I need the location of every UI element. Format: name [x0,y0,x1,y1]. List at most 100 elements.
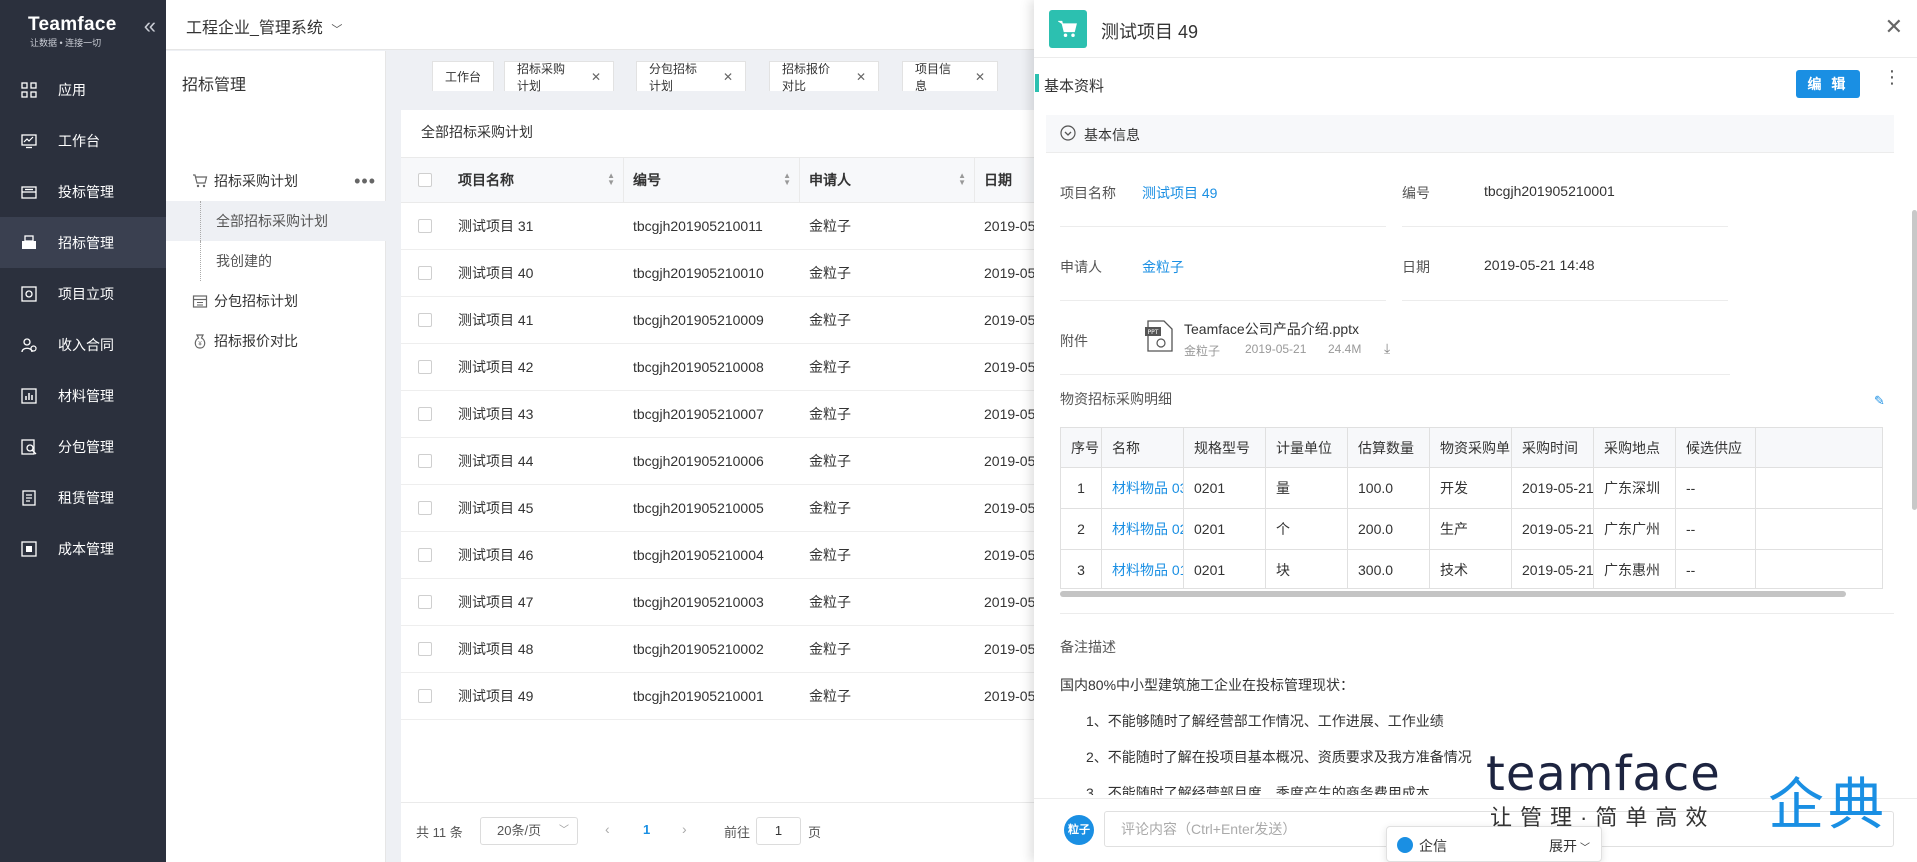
close-icon[interactable]: ✕ [723,70,733,84]
more-vertical-icon[interactable]: ⋮ [1883,68,1901,86]
table-row[interactable]: 测试项目 46 tbcgjh201905210004 金粒子 2019-05 [401,532,1035,579]
material-link[interactable]: 材料物品 02 [1102,509,1184,549]
cell-code: tbcgjh201905210004 [633,547,764,563]
nav-item-subcontract[interactable]: 分包管理 [0,421,166,472]
nav-item-materials[interactable]: 材料管理 [0,370,166,421]
cell-name: 测试项目 41 [458,312,534,328]
current-page[interactable]: 1 [643,822,650,837]
tab-project-info[interactable]: 项目信息 ✕ [902,61,998,93]
attachment-name[interactable]: Teamface公司产品介绍.pptx [1184,319,1359,339]
tab-quote-compare[interactable]: 招标报价对比 ✕ [769,61,879,93]
tree-item-subcontract-plan[interactable]: 分包招标计划 [166,281,386,321]
collapse-sidebar-icon[interactable]: « [144,15,156,37]
row-checkbox[interactable] [418,219,432,233]
applicant-link[interactable]: 金粒子 [1142,257,1184,277]
pencil-icon[interactable]: ✎ [1874,393,1885,409]
row-checkbox[interactable] [418,501,432,515]
tree-item-created-by-me[interactable]: 我创建的 [166,241,386,281]
detail-cell: -- [1676,550,1756,588]
chat-expand-button[interactable]: 展开 ﹀ [1549,836,1590,856]
system-switcher[interactable]: 工程企业_管理系统 ﹀ [186,14,342,38]
tree-item-procurement-plan[interactable]: 招标采购计划 ••• [166,161,386,201]
close-icon[interactable]: ✕ [975,70,985,84]
column-header-applicant[interactable]: 申请人 ▲ ▼ [800,158,975,202]
next-page-icon[interactable]: › [682,821,687,837]
row-checkbox[interactable] [418,407,432,421]
tree-item-all-plans[interactable]: 全部招标采购计划 [166,201,386,241]
detail-title: 物资招标采购明细 [1060,391,1172,407]
row-checkbox[interactable] [418,266,432,280]
detail-column-header: 采购地点 [1594,428,1676,468]
table-row[interactable]: 测试项目 44 tbcgjh201905210006 金粒子 2019-05 [401,438,1035,485]
row-checkbox[interactable] [418,454,432,468]
field-label: 项目名称 [1060,185,1116,201]
main-sidebar: Teamface 让数据 • 连接一切 « 应用 工作台 投标管理 招标管理 项… [0,0,166,862]
table-row[interactable]: 测试项目 49 tbcgjh201905210001 金粒子 2019-05 [401,673,1035,720]
table-row[interactable]: 测试项目 45 tbcgjh201905210005 金粒子 2019-05 [401,485,1035,532]
nav-item-workbench[interactable]: 工作台 [0,115,166,166]
list-panel: 全部招标采购计划 项目名称 ▲ ▼ 编号 ▲ ▼ 申请人 ▲ ▼ 日期 测试项目 31 tbc… [401,110,1035,862]
nav-item-income-contract[interactable]: 收入合同 [0,319,166,370]
divider [1060,374,1730,375]
cell-name: 测试项目 48 [458,641,534,657]
sort-icon[interactable]: ▲ ▼ [783,172,791,187]
vertical-scrollbar[interactable] [1912,210,1917,510]
detail-cell: 3 [1061,550,1102,588]
table-row[interactable]: 测试项目 48 tbcgjh201905210002 金粒子 2019-05 [401,626,1035,673]
select-all-checkbox[interactable] [418,173,432,187]
nav-item-leasing[interactable]: 租赁管理 [0,472,166,523]
tab-label: 招标采购计划 [517,61,566,93]
tree-item-quote-compare[interactable]: ¥ 招标报价对比 [166,321,386,361]
nav-label: 工作台 [58,132,100,149]
row-checkbox[interactable] [418,360,432,374]
horizontal-scrollbar[interactable] [1060,591,1846,597]
table-row[interactable]: 测试项目 42 tbcgjh201905210008 金粒子 2019-05 [401,344,1035,391]
nav-item-bidding[interactable]: 投标管理 [0,166,166,217]
table-row[interactable]: 测试项目 40 tbcgjh201905210010 金粒子 2019-05 [401,250,1035,297]
cell-code: tbcgjh201905210009 [633,312,764,328]
table-row[interactable]: 测试项目 43 tbcgjh201905210007 金粒子 2019-05 [401,391,1035,438]
inbox-icon [20,183,38,201]
table-row[interactable]: 测试项目 41 tbcgjh201905210009 金粒子 2019-05 [401,297,1035,344]
chevron-down-icon: ﹀ [1580,843,1590,854]
detail-cell: 0201 [1184,509,1266,549]
table-row[interactable]: 测试项目 47 tbcgjh201905210003 金粒子 2019-05 [401,579,1035,626]
cell-name: 测试项目 43 [458,406,534,422]
table-row[interactable]: 测试项目 31 tbcgjh201905210011 金粒子 2019-05 [401,203,1035,250]
nav-item-cost[interactable]: 成本管理 [0,523,166,574]
sort-icon[interactable]: ▲ ▼ [607,172,615,187]
field-value-code: tbcgjh201905210001 [1484,183,1615,199]
tab-subcontract-plan[interactable]: 分包招标计划 ✕ [636,61,746,93]
row-checkbox[interactable] [418,689,432,703]
row-checkbox[interactable] [418,548,432,562]
project-name-link[interactable]: 测试项目 49 [1142,183,1217,203]
row-checkbox[interactable] [418,313,432,327]
nav-item-tender[interactable]: 招标管理 [0,217,166,268]
nav-item-apps[interactable]: 应用 [0,64,166,115]
row-checkbox[interactable] [418,595,432,609]
material-link[interactable]: 材料物品 01 [1102,550,1184,588]
tab-workbench[interactable]: 工作台 [432,61,494,91]
row-checkbox[interactable] [418,642,432,656]
tab-procurement-plan[interactable]: 招标采购计划 ✕ [504,61,614,93]
field-label: 日期 [1402,259,1430,275]
cell-code: tbcgjh201905210001 [633,688,764,704]
column-header-code[interactable]: 编号 ▲ ▼ [624,158,800,202]
close-icon[interactable]: ✕ [1885,16,1903,38]
material-link[interactable]: 材料物品 03 [1102,468,1184,508]
sort-icon[interactable]: ▲ ▼ [958,172,966,187]
prev-page-icon[interactable]: ‹ [605,821,610,837]
nav-item-project[interactable]: 项目立项 [0,268,166,319]
detail-cell: 生产 [1430,509,1512,549]
edit-button[interactable]: 编 辑 [1796,70,1860,98]
page-size-select[interactable]: 20条/页 ﹀ [480,817,578,845]
group-header[interactable]: 基本信息 [1046,115,1894,153]
column-header-name[interactable]: 项目名称 ▲ ▼ [449,158,624,202]
goto-page-input[interactable]: 1 [756,817,801,845]
close-icon[interactable]: ✕ [591,70,601,84]
download-icon[interactable]: ⤓ [1384,340,1390,357]
avatar: 粒子 [1064,815,1094,845]
close-icon[interactable]: ✕ [856,70,866,84]
chat-name: 企信 [1419,838,1447,854]
more-options-icon[interactable]: ••• [354,171,376,192]
